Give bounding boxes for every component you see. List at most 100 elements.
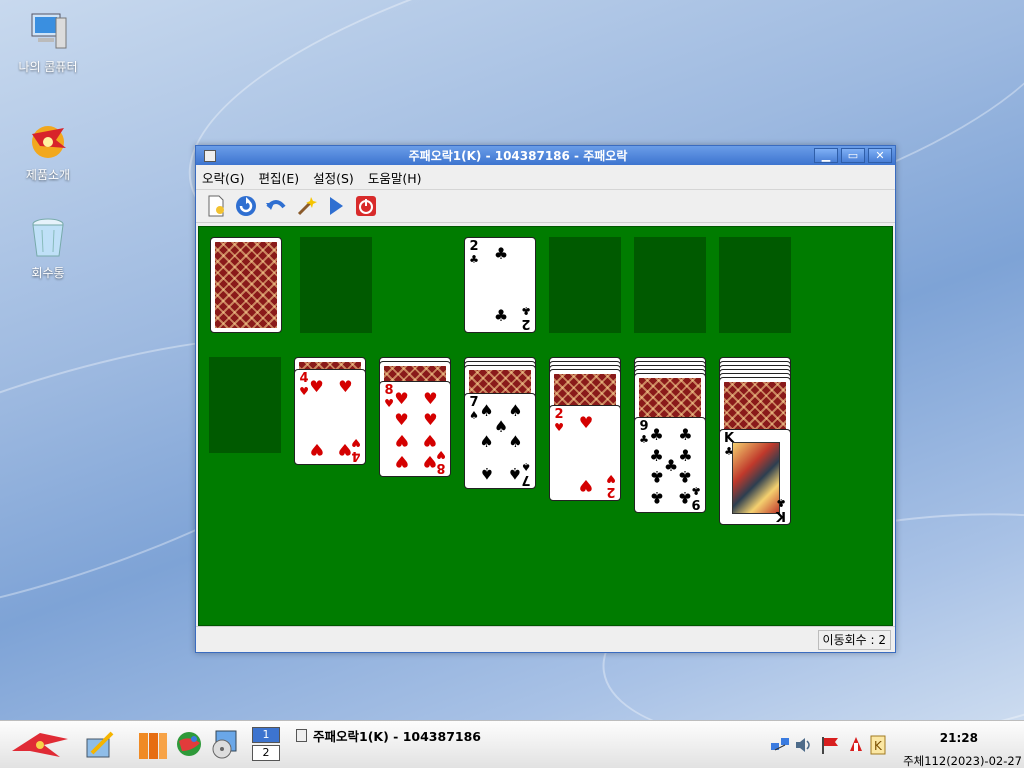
foundation-3 xyxy=(634,237,706,333)
undo-icon[interactable] xyxy=(264,194,288,218)
card-pip: ♣ xyxy=(678,466,693,486)
card-pip: ♥ xyxy=(394,451,409,471)
card-pip: ♠ xyxy=(508,401,523,421)
notes-launcher-icon[interactable] xyxy=(84,729,116,764)
card-pip: ♥ xyxy=(578,475,594,495)
minimize-button[interactable]: ▁ xyxy=(814,148,838,163)
task-title: 주패오락1(K) - 104387186 xyxy=(313,728,481,744)
window-titlebar[interactable]: 주패오락1(K) - 104387186 - 주패오락 ▁ ▭ ✕ xyxy=(196,146,895,165)
close-button[interactable]: ✕ xyxy=(868,148,892,163)
computer-icon xyxy=(26,10,70,54)
menu-game[interactable]: 오락(G) xyxy=(202,168,244,187)
clock[interactable]: 21:28 xyxy=(940,731,978,745)
card-pip: ♣ xyxy=(678,446,693,466)
menu-edit[interactable]: 편집(E) xyxy=(258,168,299,187)
card-pip: ♥ xyxy=(578,413,594,433)
card-rank: 2 ♥ xyxy=(606,472,616,499)
desktop-icon-product-intro[interactable]: 제품소개 xyxy=(8,118,88,183)
card-pip: ♥ xyxy=(423,430,438,450)
volume-icon[interactable] xyxy=(794,735,814,755)
keyboard-k-icon[interactable]: K xyxy=(868,735,888,755)
move-count: 이동회수 : 2 xyxy=(817,630,891,650)
quit-icon[interactable] xyxy=(354,194,378,218)
desktop-icon-my-computer[interactable]: 나의 콤퓨터 xyxy=(8,10,88,75)
workspace-2[interactable]: 2 xyxy=(252,745,280,761)
tableau-5-top-card[interactable]: 2 ♥ ♥ ♥ 2 ♥ xyxy=(549,405,621,501)
card-pip: ♥ xyxy=(394,430,409,450)
product-intro-icon xyxy=(26,118,70,162)
recycle-bin-icon xyxy=(26,216,70,260)
taskbar: 1 2 주패오락1(K) - 104387186 K 21:28 주체112(2… xyxy=(0,720,1024,768)
foundation-2 xyxy=(549,237,621,333)
svg-text:K: K xyxy=(874,739,883,753)
foundation-4 xyxy=(719,237,791,333)
card-pip: ♥ xyxy=(309,377,324,397)
card-pip: ♠ xyxy=(479,432,494,451)
flag-icon[interactable] xyxy=(820,735,840,755)
card-pip: ♥ xyxy=(338,377,353,397)
card-rank: K ♣ xyxy=(775,496,787,523)
card-pip: ♣ xyxy=(649,425,664,445)
desktop-icon-recycle-bin[interactable]: 회수통 xyxy=(8,216,88,281)
king-face-icon xyxy=(732,442,780,514)
card-pip: ♠ xyxy=(479,401,494,421)
card-pip: ♥ xyxy=(423,389,438,409)
waste-slot xyxy=(300,237,372,333)
media-launcher-icon[interactable] xyxy=(210,729,240,762)
play-icon[interactable] xyxy=(324,194,348,218)
workspace-pager: 1 2 xyxy=(252,727,280,763)
office-launcher-icon[interactable] xyxy=(138,729,168,764)
card-pip: ♠ xyxy=(508,432,523,451)
statusbar: 이동회수 : 2 xyxy=(196,626,895,652)
network-icon[interactable] xyxy=(770,735,790,755)
workspace-1[interactable]: 1 xyxy=(252,727,280,743)
tableau-3-top-card[interactable]: 8 ♥ ♥ ♥ ♥ ♥ ♥ ♥ ♥ ♥ 8 ♥ xyxy=(379,381,451,477)
card-pip: ♥ xyxy=(394,410,409,430)
task-app-icon xyxy=(296,728,307,742)
maximize-button[interactable]: ▭ xyxy=(841,148,865,163)
card-pip: ♥ xyxy=(394,389,409,409)
input-method-icon[interactable] xyxy=(846,735,866,755)
card-pip: ♠ xyxy=(493,416,509,436)
date: 주체112(2023)-02-27 xyxy=(903,754,1022,768)
tableau-6-top-card[interactable]: 9 ♣ ♣ ♣ ♣ ♣ ♣ ♣ ♣ ♣ ♣ 9 ♣ xyxy=(634,417,706,513)
card-pip: ♥ xyxy=(309,439,324,459)
desktop-icon-label: 나의 콤퓨터 xyxy=(18,60,78,74)
card-rank: 4 ♥ xyxy=(351,436,361,463)
menu-help[interactable]: 도움말(H) xyxy=(368,168,422,187)
card-rank: 2 ♥ xyxy=(554,407,564,434)
tableau-4-top-card[interactable]: 7 ♠ ♠ ♠ ♠ ♠ ♠ ♠ ♠ 7 ♠ xyxy=(464,393,536,489)
foundation-1[interactable]: 2 ♣ ♣ ♣ 2 ♣ xyxy=(464,237,536,333)
tableau-1 xyxy=(209,357,281,453)
tableau-7-top-card[interactable]: K ♣ K ♣ xyxy=(719,429,791,525)
solitaire-window: 주패오락1(K) - 104387186 - 주패오락 ▁ ▭ ✕ 오락(G) … xyxy=(195,145,896,653)
hint-wand-icon[interactable] xyxy=(294,194,318,218)
card-rank: 7 ♠ xyxy=(521,460,531,487)
card-rank: 2 ♣ xyxy=(469,239,479,266)
tableau-2-top-card[interactable]: 4 ♥ ♥ ♥ ♥ ♥ 4 ♥ xyxy=(294,369,366,465)
card-pip: ♠ xyxy=(479,463,494,483)
card-pip: ♣ xyxy=(649,466,664,486)
card-rank: 9 ♣ xyxy=(691,484,701,511)
card-rank: 2 ♣ xyxy=(521,304,531,331)
browser-launcher-icon[interactable] xyxy=(176,731,202,760)
card-pip: ♣ xyxy=(493,306,509,325)
desktop-icon-label: 회수통 xyxy=(31,266,65,280)
new-game-icon[interactable] xyxy=(204,194,228,218)
menubar: 오락(G) 편집(E) 설정(S) 도움말(H) xyxy=(196,165,895,190)
desktop-icon-label: 제품소개 xyxy=(25,168,71,182)
card-pip: ♥ xyxy=(423,410,438,430)
window-app-icon[interactable] xyxy=(204,149,216,162)
stock-pile[interactable] xyxy=(210,237,282,333)
taskbar-window-button[interactable]: 주패오락1(K) - 104387186 xyxy=(296,725,490,745)
card-pip: ♣ xyxy=(493,244,509,263)
restart-icon[interactable] xyxy=(234,194,258,218)
toolbar xyxy=(196,190,895,223)
card-rank: 8 ♥ xyxy=(436,448,446,475)
card-pip: ♣ xyxy=(678,425,693,445)
window-title: 주패오락1(K) - 104387186 - 주패오락 xyxy=(408,149,628,163)
card-pip: ♣ xyxy=(649,487,664,507)
menu-settings[interactable]: 설정(S) xyxy=(313,168,354,187)
start-menu-icon[interactable] xyxy=(10,729,70,764)
game-table: 2 ♣ ♣ ♣ 2 ♣ 4 ♥ ♥ ♥ ♥ ♥ 4 ♥ 8 ♥ ♥ ♥ ♥ ♥ ♥ ♥ ♥ ♥ 8 ♥ 7 ♠ ♠ ♠ ♠ ♠ ♠ ♠ ♠ 7… xyxy=(198,226,893,626)
